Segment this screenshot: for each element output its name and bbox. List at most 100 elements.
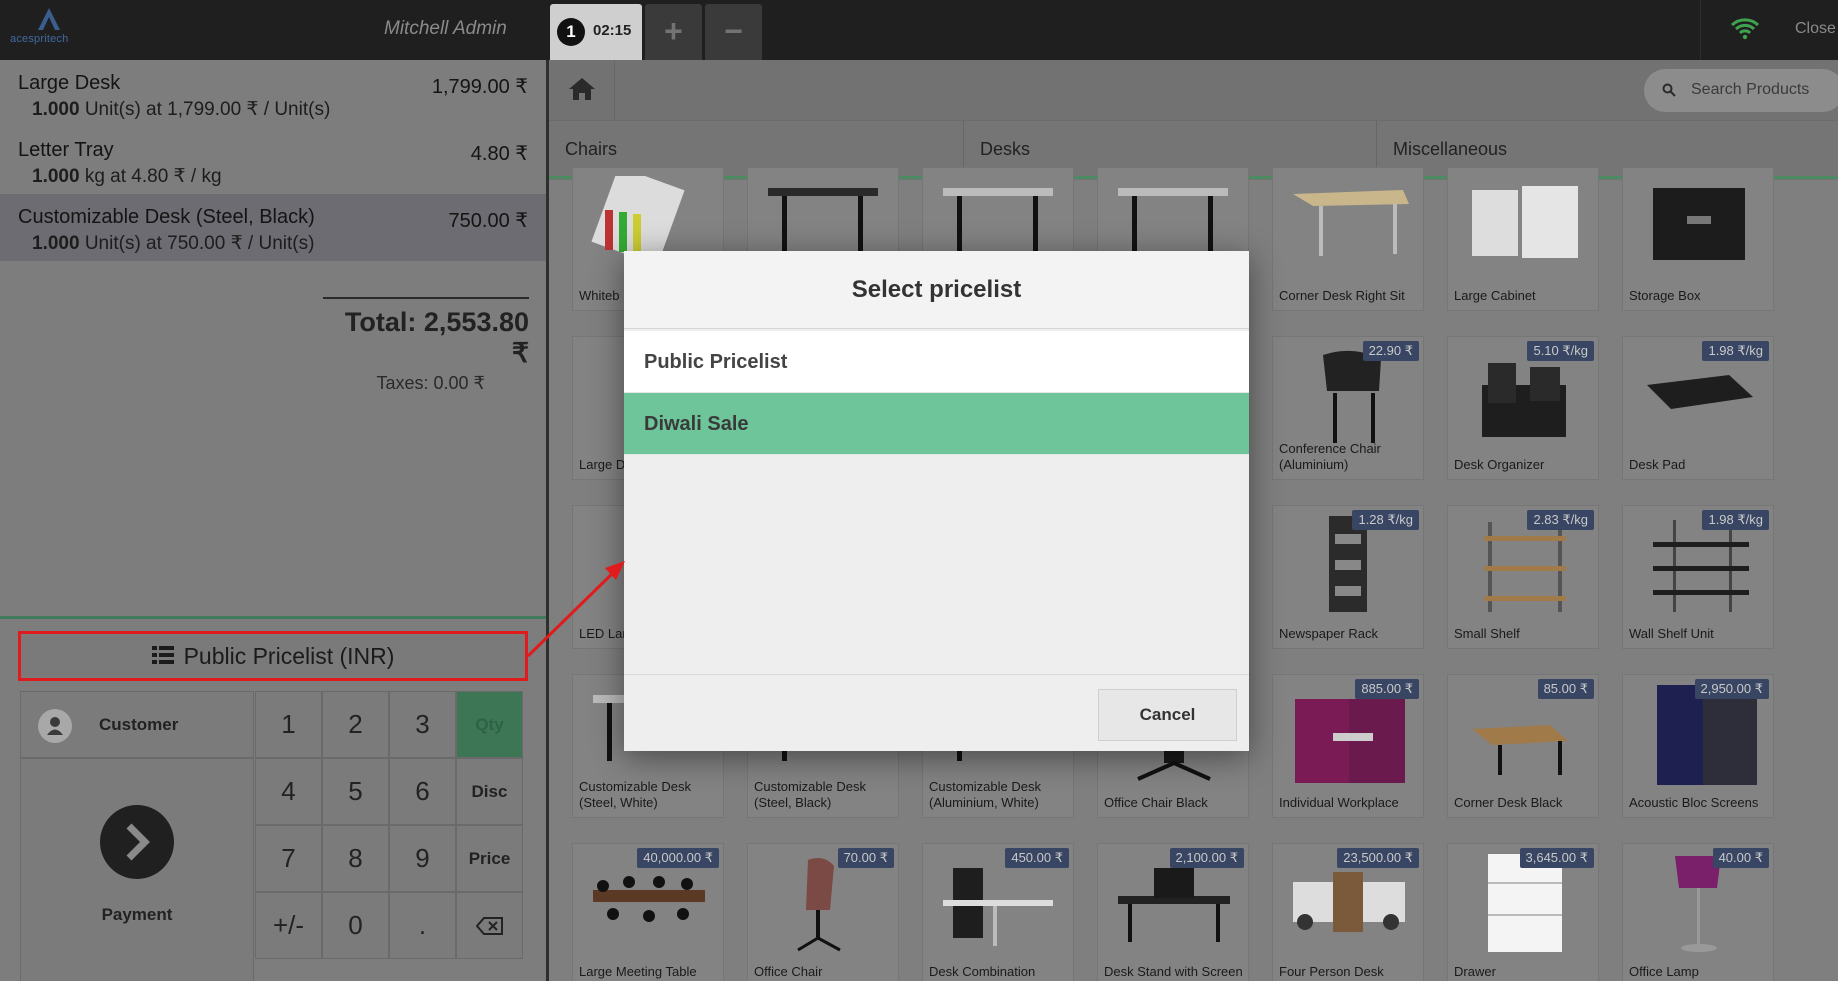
- product-card[interactable]: 70.00 ₹ Office Chair: [747, 843, 899, 981]
- product-card[interactable]: 1.98 ₹/kg Wall Shelf Unit: [1622, 505, 1774, 649]
- payment-button[interactable]: Payment: [20, 758, 254, 981]
- top-separator: [1700, 0, 1701, 60]
- pricelist-option-diwali-sale[interactable]: Diwali Sale: [624, 393, 1249, 455]
- price-tag: 1.28 ₹/kg: [1352, 510, 1419, 530]
- product-card[interactable]: 1.28 ₹/kg Newspaper Rack: [1272, 505, 1424, 649]
- price-tag: 885.00 ₹: [1355, 679, 1419, 699]
- logo-mark-icon: [38, 8, 60, 30]
- customer-button[interactable]: Customer: [20, 691, 254, 758]
- numpad-key-plusminus[interactable]: +/-: [255, 892, 322, 959]
- product-card[interactable]: 3,645.00 ₹ Drawer: [1447, 843, 1599, 981]
- product-name: Customizable Desk (Steel, Black): [754, 779, 866, 810]
- product-name: Desk Organizer: [1454, 457, 1545, 472]
- pricelist-options: Public Pricelist Diwali Sale: [624, 331, 1249, 455]
- add-order-button[interactable]: +: [645, 4, 702, 60]
- numpad-key-6[interactable]: 6: [389, 758, 456, 825]
- remove-order-button[interactable]: −: [705, 4, 762, 60]
- product-card[interactable]: 450.00 ₹ Desk Combination: [922, 843, 1074, 981]
- mode-qty-button[interactable]: Qty: [456, 691, 523, 758]
- cancel-button[interactable]: Cancel: [1098, 689, 1237, 741]
- numpad-key-9[interactable]: 9: [389, 825, 456, 892]
- product-name: Customizable Desk (Aluminium, White): [929, 779, 1041, 810]
- product-card[interactable]: Corner Desk Right Sit: [1272, 167, 1424, 311]
- numpad-key-2[interactable]: 2: [322, 691, 389, 758]
- price-tag: 1.98 ₹/kg: [1702, 510, 1769, 530]
- numpad-key-8[interactable]: 8: [322, 825, 389, 892]
- numpad-key-3[interactable]: 3: [389, 691, 456, 758]
- product-name: Corner Desk Right Sit: [1279, 288, 1405, 303]
- product-card[interactable]: 85.00 ₹ Corner Desk Black: [1447, 674, 1599, 818]
- numpad-key-0[interactable]: 0: [322, 892, 389, 959]
- product-name: Office Chair: [754, 964, 823, 979]
- price-tag: 85.00 ₹: [1537, 679, 1594, 699]
- pricelist-option-public[interactable]: Public Pricelist: [624, 331, 1249, 393]
- price-tag: 22.90 ₹: [1362, 341, 1419, 361]
- search-bar: Search Products: [549, 60, 1838, 120]
- order-lines: Large Desk 1,799.00 ₹ 1.000 Unit(s) at 1…: [0, 60, 546, 261]
- dialog-title: Select pricelist: [624, 251, 1249, 329]
- price-tag: 2,100.00 ₹: [1169, 848, 1244, 868]
- order-line-price: 750.00 ₹: [448, 210, 528, 232]
- product-name: Desk Stand with Screen: [1104, 964, 1243, 979]
- price-tag: 450.00 ₹: [1005, 848, 1069, 868]
- order-time: 02:15: [593, 22, 632, 39]
- product-name: Conference Chair (Aluminium): [1279, 441, 1381, 472]
- backspace-button[interactable]: [456, 892, 523, 959]
- numpad-key-dot[interactable]: .: [389, 892, 456, 959]
- product-card[interactable]: 40,000.00 ₹ Large Meeting Table: [572, 843, 724, 981]
- order-panel: Large Desk 1,799.00 ₹ 1.000 Unit(s) at 1…: [0, 60, 546, 981]
- payment-label: Payment: [101, 905, 173, 924]
- product-card[interactable]: Large Cabinet: [1447, 167, 1599, 311]
- product-card[interactable]: 23,500.00 ₹ Four Person Desk: [1272, 843, 1424, 981]
- product-name: Wall Shelf Unit: [1629, 626, 1714, 641]
- top-bar: acespritech Mitchell Admin 1 02:15 + − C…: [0, 0, 1838, 60]
- price-tag: 2.83 ₹/kg: [1527, 510, 1594, 530]
- mode-price-button[interactable]: Price: [456, 825, 523, 892]
- product-image: [1293, 190, 1409, 256]
- order-line[interactable]: Letter Tray 4.80 ₹ 1.000 kg at 4.80 ₹ / …: [0, 127, 546, 194]
- order-totals: Total: 2,553.80 ₹ Taxes: 0.00 ₹: [323, 297, 529, 394]
- pricelist-button[interactable]: Public Pricelist (INR): [18, 631, 528, 681]
- wifi-icon[interactable]: [1730, 16, 1760, 45]
- home-button[interactable]: [549, 60, 615, 120]
- search-placeholder: Search Products: [1691, 81, 1810, 98]
- company-logo: acespritech: [8, 4, 82, 46]
- order-tab[interactable]: 1 02:15: [550, 4, 642, 60]
- order-line-detail: 1.000 Unit(s) at 1,799.00 ₹ / Unit(s): [32, 99, 331, 120]
- product-card[interactable]: 2.83 ₹/kg Small Shelf: [1447, 505, 1599, 649]
- logo-text: acespritech: [10, 33, 69, 45]
- product-card[interactable]: 2,950.00 ₹ Acoustic Bloc Screens: [1622, 674, 1774, 818]
- product-name: Large Cabinet: [1454, 288, 1536, 303]
- product-card[interactable]: 885.00 ₹ Individual Workplace: [1272, 674, 1424, 818]
- price-tag: 5.10 ₹/kg: [1527, 341, 1594, 361]
- list-icon: [151, 634, 174, 678]
- dialog-footer: Cancel: [624, 674, 1249, 751]
- product-name: Individual Workplace: [1279, 795, 1399, 810]
- numpad-key-1[interactable]: 1: [255, 691, 322, 758]
- order-line-price: 1,799.00 ₹: [431, 76, 528, 98]
- product-card[interactable]: 22.90 ₹ Conference Chair (Aluminium): [1272, 336, 1424, 480]
- search-icon: [1662, 83, 1676, 97]
- order-line[interactable]: Large Desk 1,799.00 ₹ 1.000 Unit(s) at 1…: [0, 60, 546, 127]
- order-line-detail: 1.000 Unit(s) at 750.00 ₹ / Unit(s): [32, 233, 315, 254]
- product-name: Office Chair Black: [1104, 795, 1208, 810]
- user-name[interactable]: Mitchell Admin: [384, 18, 507, 40]
- product-name: Storage Box: [1629, 288, 1701, 303]
- product-name: Office Lamp: [1629, 964, 1699, 979]
- product-card[interactable]: 5.10 ₹/kg Desk Organizer: [1447, 336, 1599, 480]
- search-input[interactable]: Search Products: [1644, 69, 1838, 112]
- customer-label: Customer: [99, 715, 179, 734]
- numpad-key-4[interactable]: 4: [255, 758, 322, 825]
- price-tag: 1.98 ₹/kg: [1702, 341, 1769, 361]
- product-card[interactable]: 40.00 ₹ Office Lamp: [1622, 843, 1774, 981]
- mode-disc-button[interactable]: Disc: [456, 758, 523, 825]
- product-card[interactable]: 1.98 ₹/kg Desk Pad: [1622, 336, 1774, 480]
- numpad-key-7[interactable]: 7: [255, 825, 322, 892]
- numpad-key-5[interactable]: 5: [322, 758, 389, 825]
- order-line-selected[interactable]: Customizable Desk (Steel, Black) 750.00 …: [0, 194, 546, 261]
- price-tag: 2,950.00 ₹: [1694, 679, 1769, 699]
- product-card[interactable]: 2,100.00 ₹ Desk Stand with Screen: [1097, 843, 1249, 981]
- product-card[interactable]: Storage Box: [1622, 167, 1774, 311]
- backspace-icon: [475, 917, 503, 935]
- close-button[interactable]: Close: [1795, 20, 1836, 38]
